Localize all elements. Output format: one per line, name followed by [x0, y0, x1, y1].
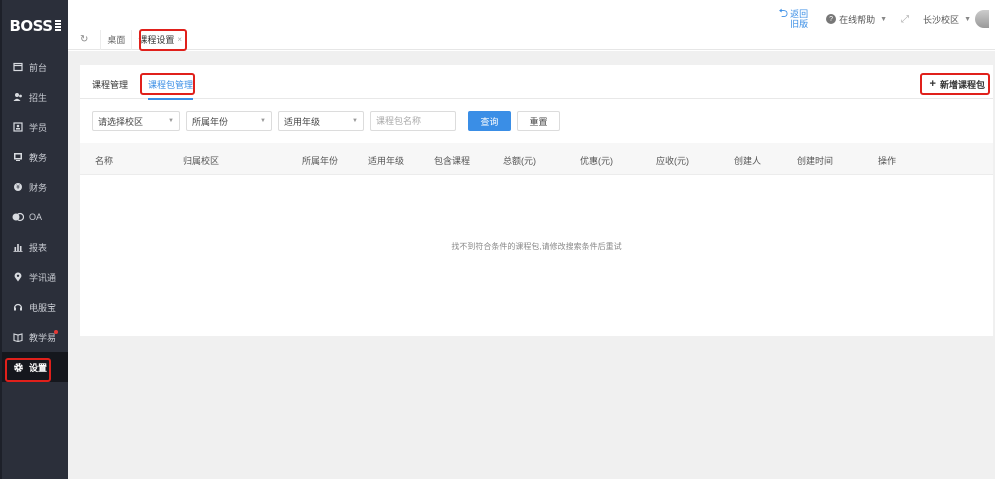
back-label: 返回旧版	[790, 9, 809, 29]
back-to-old-version-link[interactable]: ⮌ 返回旧版	[778, 6, 812, 29]
empty-state-message: 找不到符合条件的课程包,请修改搜索条件后重试	[451, 242, 622, 251]
top-header: ⮌ 返回旧版 ? 在线帮助 ▼ ⤢ 长沙校区 ▼	[68, 0, 995, 30]
sidebar-item-label: OA	[29, 212, 43, 222]
column-header-discount: 优惠(元)	[580, 156, 613, 166]
gear-icon	[12, 361, 24, 373]
chevron-down-icon: ▼	[168, 118, 174, 124]
sidebar-item-students[interactable]: 学员	[2, 112, 68, 142]
logo-mark-icon	[54, 20, 61, 32]
question-icon: ?	[826, 14, 837, 24]
grade-select-value: 适用年级	[284, 116, 321, 127]
campus-label: 长沙校区	[923, 14, 960, 25]
sidebar-item-label: 学讯通	[29, 272, 57, 283]
sidebar-item-label: 招生	[29, 92, 48, 103]
fullscreen-icon[interactable]: ⤢	[901, 14, 909, 25]
year-select[interactable]: 所属年份 ▼	[186, 111, 272, 131]
people-icon	[12, 91, 24, 103]
add-course-package-button[interactable]: + 新增课程包	[930, 75, 985, 93]
column-header-year: 所属年份	[302, 156, 339, 166]
column-header-creator: 创建人	[734, 156, 762, 166]
reset-button[interactable]: 重置	[517, 111, 560, 131]
bar-chart-icon	[12, 241, 24, 253]
page-tab-strip: ↻ 桌面 课程设置 ×	[68, 29, 995, 50]
main-content: 课程管理 课程包管理 + 新增课程包 请选择校区 ▼ 所属年份 ▼ 适用年级 ▼	[68, 51, 995, 479]
content-panel: 课程管理 课程包管理 + 新增课程包 请选择校区 ▼ 所属年份 ▼ 适用年级 ▼	[80, 65, 993, 336]
svg-text:¥: ¥	[16, 184, 20, 191]
column-header-grade: 适用年级	[368, 156, 405, 166]
sidebar-item-label: 教学易	[29, 332, 57, 343]
grade-select[interactable]: 适用年级 ▼	[278, 111, 364, 131]
sidebar-nav: 前台 招生 学员 教务 ¥ 财务 OA 报表 学讯通 电服宝 教学易 设置	[2, 52, 68, 382]
column-header-total: 总额(元)	[503, 156, 536, 166]
sidebar-item-label: 报表	[29, 242, 48, 253]
pin-icon	[12, 271, 24, 283]
header-actions: ⮌ 返回旧版 ? 在线帮助 ▼ ⤢ 长沙校区 ▼	[778, 6, 989, 29]
id-card-icon	[12, 121, 24, 133]
column-header-created-time: 创建时间	[797, 156, 834, 166]
table-header: 名称 归属校区 所属年份 适用年级 包含课程 总额(元) 优惠(元) 应收(元)…	[80, 143, 993, 175]
online-help-menu[interactable]: ? 在线帮助 ▼	[826, 13, 887, 26]
chevron-down-icon: ▼	[260, 118, 266, 124]
refresh-icon[interactable]: ↻	[80, 34, 88, 45]
tab-course-package-management[interactable]: 课程包管理	[148, 78, 194, 100]
page-tab-course-settings[interactable]: 课程设置 ×	[131, 29, 188, 50]
sidebar-item-reports[interactable]: 报表	[2, 232, 68, 262]
campus-menu[interactable]: 长沙校区 ▼	[923, 10, 989, 28]
sidebar-item-label: 学员	[29, 122, 48, 133]
money-icon: ¥	[12, 181, 24, 193]
page-tab-desktop[interactable]: 桌面	[100, 29, 131, 50]
sidebar-item-label: 前台	[29, 62, 48, 73]
column-header-courses: 包含课程	[434, 156, 471, 166]
sidebar-item-reception[interactable]: 前台	[2, 52, 68, 82]
logo[interactable]: BOSS	[2, 0, 68, 52]
filter-bar: 请选择校区 ▼ 所属年份 ▼ 适用年级 ▼ 查询 重置	[92, 111, 560, 131]
sidebar-item-label: 设置	[29, 362, 48, 373]
sidebar-item-label: 财务	[29, 182, 48, 193]
page-tab-label: 课程设置	[138, 35, 175, 45]
sidebar-item-academic[interactable]: 教务	[2, 142, 68, 172]
undo-arrow-icon: ⮌	[778, 6, 789, 20]
column-header-actions: 操作	[878, 156, 897, 166]
logo-text: BOSS	[9, 17, 53, 35]
plus-icon: +	[929, 78, 936, 90]
column-header-receivable: 应收(元)	[656, 156, 689, 166]
sidebar-item-xuexuntong[interactable]: 学讯通	[2, 262, 68, 292]
avatar[interactable]	[975, 10, 989, 28]
sidebar-item-finance[interactable]: ¥ 财务	[2, 172, 68, 202]
column-header-name: 名称	[95, 156, 114, 166]
tab-course-management[interactable]: 课程管理	[92, 78, 128, 91]
chevron-down-icon: ▼	[964, 15, 971, 23]
chevron-down-icon: ▼	[880, 15, 888, 23]
notification-dot	[54, 330, 58, 334]
package-name-input[interactable]	[370, 111, 456, 131]
add-button-label: 新增课程包	[939, 79, 985, 90]
close-icon[interactable]: ×	[177, 35, 182, 44]
page-tab-label: 桌面	[107, 35, 126, 45]
query-button[interactable]: 查询	[468, 111, 511, 131]
help-label: 在线帮助	[839, 14, 876, 25]
sidebar-item-enrollment[interactable]: 招生	[2, 82, 68, 112]
sidebar-item-settings[interactable]: 设置	[2, 352, 68, 382]
sidebar: BOSS 前台 招生 学员 教务 ¥ 财务 OA 报表 学讯通 电服宝 教学易 …	[0, 0, 68, 479]
campus-select[interactable]: 请选择校区 ▼	[92, 111, 180, 131]
sidebar-item-label: 电服宝	[29, 302, 57, 313]
board-icon	[12, 151, 24, 163]
year-select-value: 所属年份	[192, 116, 229, 127]
sub-tab-bar: 课程管理 课程包管理 + 新增课程包	[80, 65, 993, 100]
book-icon	[12, 331, 24, 343]
headset-icon	[12, 301, 24, 313]
sidebar-item-label: 教务	[29, 152, 48, 163]
sidebar-item-oa[interactable]: OA	[2, 202, 68, 232]
toggle-icon	[12, 211, 24, 223]
column-header-campus: 归属校区	[183, 156, 220, 166]
campus-select-value: 请选择校区	[98, 116, 144, 127]
sidebar-item-dianfubao[interactable]: 电服宝	[2, 292, 68, 322]
sidebar-item-jiaoxueyi[interactable]: 教学易	[2, 322, 68, 352]
chevron-down-icon: ▼	[352, 118, 358, 124]
calendar-icon	[12, 61, 24, 73]
